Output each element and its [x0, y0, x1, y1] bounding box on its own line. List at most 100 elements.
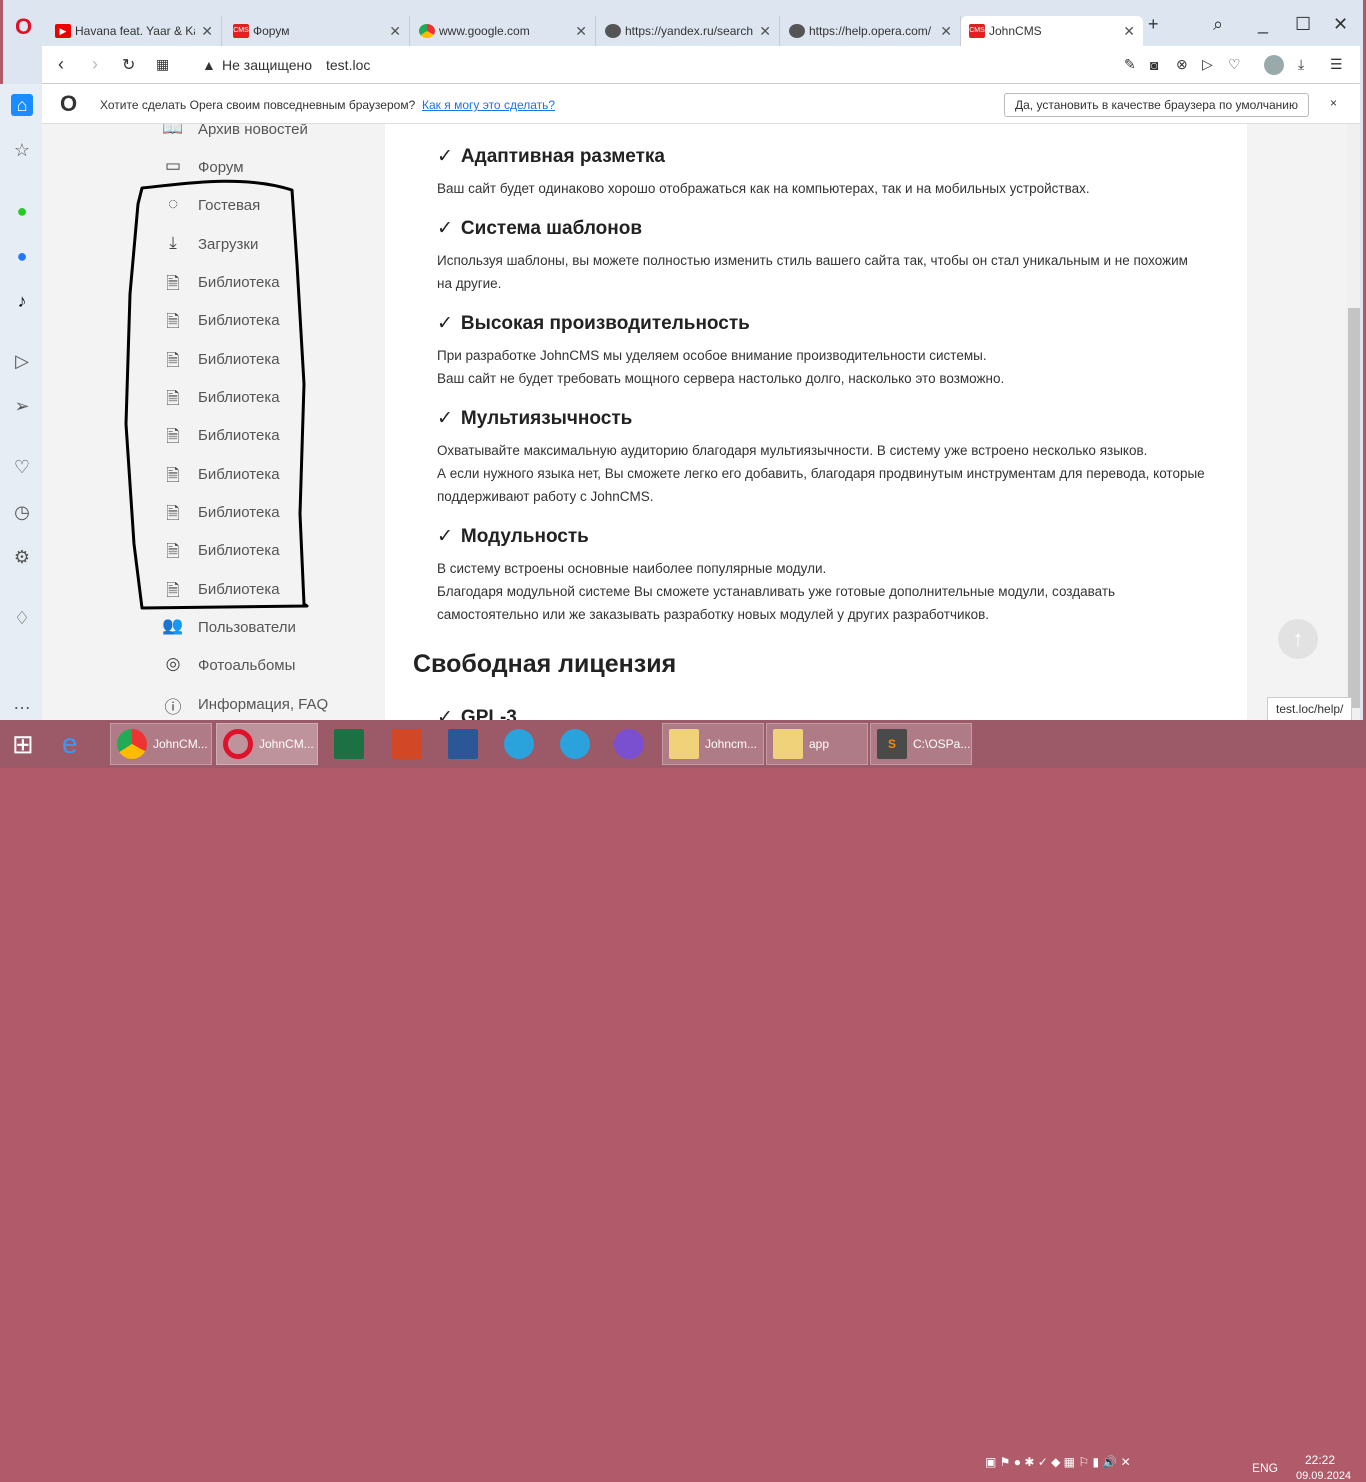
settings-icon[interactable]: ⚙ [11, 546, 33, 568]
tips-icon[interactable]: ♢ [11, 607, 33, 629]
scrollbar-thumb[interactable] [1348, 308, 1360, 708]
powerpoint-icon[interactable] [392, 723, 428, 765]
easy-setup-icon[interactable]: ✎ [1124, 56, 1136, 73]
system-tray-icons[interactable]: ▣ ⚑ ● ✱ ✓ ◆ ▦ ⚐ ▮ 🔊 ✕ [985, 1455, 1131, 1469]
chrome-icon [117, 729, 147, 759]
set-default-button[interactable]: Да, установить в качестве браузера по ум… [1004, 93, 1309, 117]
hand-drawn-outline [124, 179, 309, 610]
check-icon: ✓ [437, 408, 453, 429]
whatsapp-icon[interactable]: ● [11, 200, 33, 222]
heart-icon[interactable]: ♡ [11, 456, 33, 478]
speed-dial-icon[interactable]: ▦ [156, 56, 169, 73]
telegram-icon[interactable] [560, 723, 596, 765]
tab[interactable]: www.google.com ✕ [411, 16, 596, 46]
send-icon[interactable]: ▷ [1202, 56, 1213, 73]
johncms-icon: CMS [969, 24, 985, 38]
taskbar: ⊞ e JohnCM... JohnCM... Johncm... app SC… [0, 720, 1366, 1482]
folder-icon [773, 729, 803, 759]
close-notification-button[interactable]: × [1330, 96, 1337, 110]
globe-icon [605, 24, 621, 38]
tab-title: https://yandex.ru/search [625, 24, 754, 38]
heart-icon[interactable]: ♡ [1228, 56, 1241, 73]
tab[interactable]: https://help.opera.com/ ✕ [781, 16, 961, 46]
warning-icon: ▲ [202, 56, 216, 73]
tab[interactable]: https://yandex.ru/search ✕ [597, 16, 780, 46]
profile-avatar[interactable] [1264, 54, 1284, 75]
scroll-to-top-button[interactable]: ↑ [1278, 619, 1318, 659]
tab[interactable]: ▶ Havana feat. Yaar & Kaia ✕ [47, 16, 222, 46]
excel-icon[interactable] [334, 723, 370, 765]
ie-icon[interactable]: e [62, 723, 78, 765]
tab-title: www.google.com [439, 24, 530, 38]
feature-title: ✓ Адаптивная разметка [437, 146, 665, 167]
reload-button[interactable]: ↻ [122, 55, 135, 75]
home-icon[interactable]: ⌂ [11, 94, 33, 116]
history-icon[interactable]: ◷ [11, 501, 33, 523]
notification-text: Хотите сделать Opera своим повседневным … [100, 98, 416, 112]
globe-icon [789, 24, 805, 38]
start-button[interactable]: ⊞ [12, 723, 34, 765]
section-title: Свободная лицензия [413, 650, 677, 678]
close-tab-icon[interactable]: ✕ [1123, 23, 1135, 40]
feature-text: В систему встроены основные наиболее поп… [437, 561, 1116, 622]
back-button[interactable]: ‹ [58, 54, 64, 75]
vk-icon[interactable]: ● [11, 245, 33, 267]
more-icon[interactable]: … [11, 692, 33, 714]
feature-text: При разработке JohnCMS мы уделяем особое… [437, 348, 1005, 386]
telegram-icon[interactable] [504, 723, 540, 765]
check-icon: ✓ [437, 526, 453, 547]
word-icon[interactable] [448, 723, 484, 765]
tab-bar: O ▶ Havana feat. Yaar & Kaia ✕ CMS Форум ✕ w… [3, 0, 1363, 46]
tab-title: Форум [253, 24, 290, 38]
new-tab-button[interactable]: + [1148, 14, 1159, 35]
close-tab-icon[interactable]: ✕ [575, 23, 587, 40]
maximize-button[interactable]: ☐ [1295, 14, 1311, 35]
url-input[interactable]: test.loc [326, 57, 370, 73]
taskbar-opera[interactable]: JohnCM... [216, 723, 318, 765]
send-icon[interactable]: ➢ [11, 395, 33, 417]
tab-active[interactable]: CMS JohnCMS ✕ [961, 16, 1143, 46]
how-to-link[interactable]: Как я могу это сделать? [422, 98, 555, 112]
taskbar-sublime[interactable]: S C:\OSPa... [870, 723, 972, 765]
feature-text: Ваш сайт будет одинаково хорошо отобража… [437, 181, 1090, 196]
tab-title: Havana feat. Yaar & Kaia [75, 24, 195, 38]
adblock-icon[interactable]: ⊗ [1176, 56, 1188, 73]
google-icon [419, 24, 435, 38]
minimize-button[interactable]: _ [1258, 14, 1268, 35]
feature-title: ✓ Мультиязычность [437, 408, 633, 429]
taskbar-chrome[interactable]: JohnCM... [110, 723, 212, 765]
bookmarks-icon[interactable]: ☆ [11, 139, 33, 161]
settings-sliders-icon[interactable]: ☰ [1330, 56, 1343, 73]
feature-title: ✓ GPL-3 [437, 706, 517, 720]
taskbar-folder[interactable]: Johncm... [662, 723, 764, 765]
tiktok-icon[interactable]: ♪ [11, 290, 33, 312]
language-indicator[interactable]: ENG [1252, 1461, 1278, 1475]
taskbar-folder[interactable]: app [766, 723, 868, 765]
close-window-button[interactable]: ✕ [1333, 14, 1348, 35]
johncms-icon: CMS [233, 24, 249, 38]
site-menu: 📖 Архив новостей ▭ Форум ◌ Гостевая ⤓ Загруз… [42, 124, 385, 720]
status-url-tooltip: test.loc/help/ [1267, 697, 1353, 721]
feature-title: ✓ Система шаблонов [437, 218, 643, 239]
forward-button[interactable]: › [92, 54, 98, 75]
close-tab-icon[interactable]: ✕ [759, 23, 771, 40]
player-icon[interactable]: ▷ [11, 350, 33, 372]
feature-title: ✓ Модульность [437, 526, 589, 547]
search-tabs-icon[interactable]: ⌕ [1213, 14, 1223, 35]
close-tab-icon[interactable]: ✕ [389, 23, 401, 40]
address-bar: ‹ › ↻ ▦ ▲ Не защищено test.loc ✎ ◙ ⊗ ▷ ♡… [42, 46, 1360, 84]
feature-text: Охватывайте максимальную аудиторию благо… [437, 443, 1205, 504]
sublime-icon: S [877, 729, 907, 759]
opera-menu-icon[interactable]: O [15, 14, 32, 40]
clock-date[interactable]: 09.09.2024 [1296, 1470, 1351, 1482]
youtube-icon: ▶ [55, 24, 71, 38]
tab[interactable]: CMS Форум ✕ [225, 16, 410, 46]
close-tab-icon[interactable]: ✕ [940, 23, 952, 40]
clock-time[interactable]: 22:22 [1305, 1453, 1335, 1467]
opera-icon [223, 729, 253, 759]
security-label[interactable]: Не защищено [222, 57, 312, 73]
snapshot-icon[interactable]: ◙ [1150, 57, 1158, 73]
close-tab-icon[interactable]: ✕ [201, 23, 213, 40]
vpn-icon[interactable] [614, 723, 650, 765]
download-icon[interactable]: ⤓ [1298, 56, 1304, 73]
